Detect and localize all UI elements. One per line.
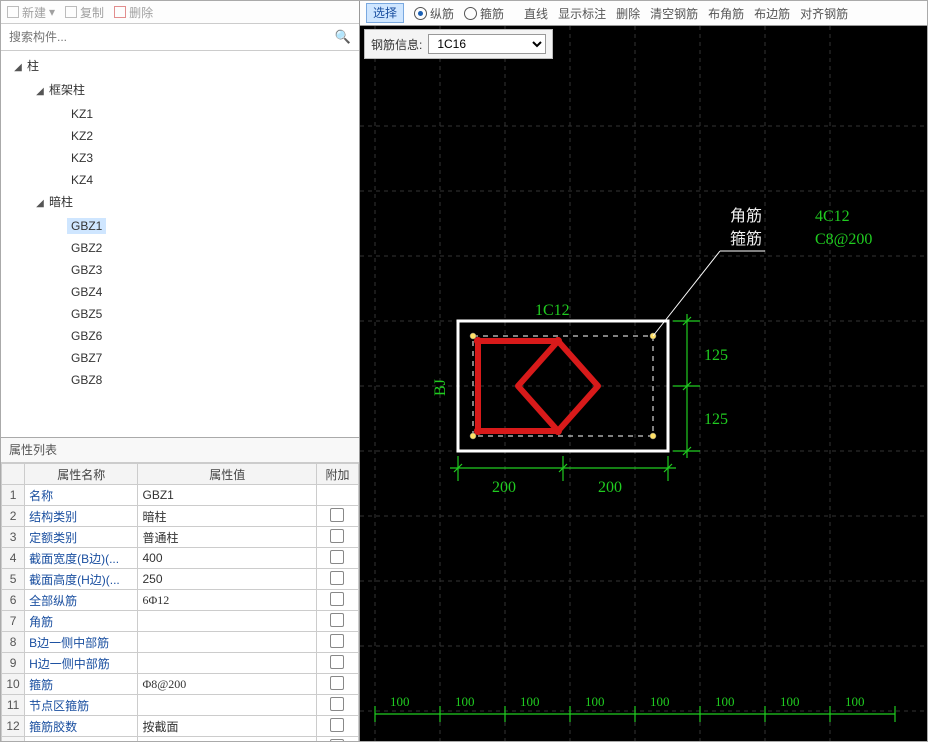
search-icon: 🔍 — [335, 29, 351, 45]
tree-node[interactable]: GBZ6 — [1, 325, 359, 347]
legend-jiaojin: 角筋 — [730, 207, 762, 225]
search-input[interactable] — [7, 29, 353, 45]
property-row[interactable]: 2结构类别暗柱 — [2, 506, 359, 527]
property-row[interactable]: 4截面宽度(B边)(...400 — [2, 548, 359, 569]
property-row[interactable]: 10箍筋Φ8@200 — [2, 674, 359, 695]
toolbar-item[interactable]: 删除 — [616, 7, 640, 21]
toolbar-item[interactable]: 直线 — [524, 7, 548, 21]
dim-v1: 125 — [704, 347, 728, 364]
legend-gujin-val: C8@200 — [815, 231, 872, 248]
col-extra: 附加 — [316, 464, 358, 485]
property-panel-title: 属性列表 — [1, 438, 359, 463]
dim-bottom — [450, 456, 676, 481]
ruler-label: 100 — [520, 694, 540, 709]
property-table[interactable]: 属性名称 属性值 附加 1名称GBZ12结构类别暗柱3定额类别普通柱4截面宽度(… — [1, 463, 359, 741]
left-toolbar: 新建 ▾ 复制 删除 — [1, 1, 359, 24]
tree-node[interactable]: GBZ4 — [1, 281, 359, 303]
delete-button[interactable]: 删除 — [114, 4, 153, 21]
ruler-label: 100 — [650, 694, 670, 709]
tree-node[interactable]: GBZ2 — [1, 237, 359, 259]
radio-stirrup[interactable]: 箍筋 — [464, 5, 504, 22]
tree-node[interactable]: ◢框架柱 — [1, 79, 359, 103]
rebar-info-select[interactable]: 1C16 — [428, 34, 546, 54]
toolbar-item[interactable]: 清空钢筋 — [650, 7, 698, 21]
tree-node[interactable]: ◢柱 — [1, 55, 359, 79]
right-toolbar: 选择 纵筋 箍筋 直线显示标注删除清空钢筋布角筋布边筋对齐钢筋 — [360, 1, 927, 26]
property-row[interactable]: 3定额类别普通柱 — [2, 527, 359, 548]
tree-node[interactable]: KZ4 — [1, 169, 359, 191]
tree-node[interactable]: KZ1 — [1, 103, 359, 125]
radio-longitudinal[interactable]: 纵筋 — [414, 5, 454, 22]
ruler-label: 100 — [455, 694, 475, 709]
tree-node[interactable]: GBZ5 — [1, 303, 359, 325]
section-canvas[interactable]: 1C12 BJ 200 200 125 125 角筋 箍筋 4C12 C8@20… — [360, 26, 927, 741]
side-label: BJ — [432, 379, 449, 396]
bottom-ruler — [375, 706, 895, 722]
property-row[interactable]: 9H边一侧中部筋 — [2, 653, 359, 674]
ruler-label: 100 — [780, 694, 800, 709]
ruler-label: 100 — [715, 694, 735, 709]
toolbar-item[interactable]: 布角筋 — [708, 7, 744, 21]
copy-button[interactable]: 复制 — [65, 4, 104, 21]
property-row[interactable]: 6全部纵筋6Φ12 — [2, 590, 359, 611]
tree-node[interactable]: KZ2 — [1, 125, 359, 147]
toolbar-item[interactable]: 显示标注 — [558, 7, 606, 21]
dim-right — [673, 314, 700, 458]
component-tree[interactable]: ◢柱◢框架柱KZ1KZ2KZ3KZ4◢暗柱GBZ1GBZ2GBZ3GBZ4GBZ… — [1, 51, 359, 438]
property-row[interactable]: 11节点区箍筋 — [2, 695, 359, 716]
col-name: 属性名称 — [25, 464, 138, 485]
property-row[interactable]: 5截面高度(H边)(...250 — [2, 569, 359, 590]
legend-jiaojin-val: 4C12 — [815, 208, 850, 225]
rebar-info-bar: 钢筋信息: 1C16 — [364, 29, 553, 59]
tree-node[interactable]: GBZ1 — [1, 215, 359, 237]
tree-node[interactable]: GBZ8 — [1, 369, 359, 391]
col-value: 属性值 — [138, 464, 316, 485]
top-rebar-label: 1C12 — [535, 302, 570, 319]
tree-node[interactable]: ◢暗柱 — [1, 191, 359, 215]
search-box[interactable]: 🔍 — [1, 24, 359, 51]
row-header-blank — [2, 464, 25, 485]
new-button[interactable]: 新建 ▾ — [7, 4, 55, 21]
toolbar-item[interactable]: 对齐钢筋 — [800, 7, 848, 21]
rebar-info-label: 钢筋信息: — [371, 36, 422, 53]
property-row[interactable]: 7角筋 — [2, 611, 359, 632]
legend-gujin: 箍筋 — [730, 230, 762, 248]
property-row[interactable]: 1名称GBZ1 — [2, 485, 359, 506]
ruler-label: 100 — [845, 694, 865, 709]
property-row[interactable]: 8B边一侧中部筋 — [2, 632, 359, 653]
dim-v2: 125 — [704, 411, 728, 428]
toolbar-item[interactable]: 布边筋 — [754, 7, 790, 21]
select-tool[interactable]: 选择 — [366, 3, 404, 23]
ruler-label: 100 — [585, 694, 605, 709]
tree-node[interactable]: GBZ7 — [1, 347, 359, 369]
property-row[interactable]: 13柱类型(中柱) — [2, 737, 359, 742]
tree-node[interactable]: KZ3 — [1, 147, 359, 169]
dim-h1: 200 — [492, 479, 516, 496]
ruler-label: 100 — [390, 694, 410, 709]
tree-node[interactable]: GBZ3 — [1, 259, 359, 281]
dim-h2: 200 — [598, 479, 622, 496]
property-row[interactable]: 12箍筋胶数按截面 — [2, 716, 359, 737]
